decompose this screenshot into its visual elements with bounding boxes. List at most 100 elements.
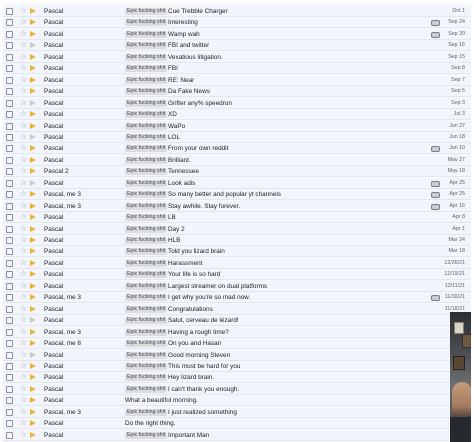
email-row[interactable]: ☆ Pascal What a beautiful morning. [3, 395, 471, 407]
star-icon[interactable]: ☆ [20, 29, 27, 39]
label-badge[interactable]: Epic fucking shit [125, 53, 168, 61]
select-checkbox[interactable] [6, 351, 13, 359]
select-checkbox[interactable] [6, 259, 13, 267]
star-icon[interactable]: ☆ [20, 315, 27, 325]
email-row[interactable]: ☆ Pascal Epic fucking shit Largest streamer… [3, 280, 471, 292]
email-row[interactable]: ☆ Pascal Epic fucking shit LB Apr 8 [3, 212, 471, 224]
importance-marker-icon[interactable] [30, 431, 36, 438]
email-row[interactable]: ☆ Pascal Epic fucking shit From your own re… [3, 143, 471, 155]
importance-marker-icon[interactable] [30, 385, 36, 392]
select-checkbox[interactable] [6, 328, 13, 336]
label-badge[interactable]: Epic fucking shit [125, 237, 168, 244]
label-badge[interactable]: Epic fucking shit [125, 225, 168, 233]
importance-marker-icon[interactable] [30, 168, 36, 175]
label-badge[interactable]: Epic fucking shit [125, 214, 168, 222]
label-badge[interactable]: Epic fucking shit [125, 202, 168, 210]
importance-marker-icon[interactable] [30, 248, 36, 255]
select-checkbox[interactable] [6, 225, 13, 233]
star-icon[interactable]: ☆ [20, 75, 27, 85]
email-row[interactable]: ☆ Pascal Epic fucking shit Vexatious litiga… [3, 51, 471, 63]
star-icon[interactable]: ☆ [20, 178, 27, 188]
importance-marker-icon[interactable] [30, 202, 36, 209]
select-checkbox[interactable] [6, 385, 13, 393]
label-badge[interactable]: Epic fucking shit [125, 88, 168, 96]
star-icon[interactable]: ☆ [20, 189, 27, 199]
star-icon[interactable]: ☆ [20, 6, 27, 16]
email-row[interactable]: ☆ Pascal Epic fucking shit Wamp wah Sep 20 [3, 28, 471, 40]
star-icon[interactable]: ☆ [20, 281, 27, 291]
select-checkbox[interactable] [6, 76, 13, 84]
label-badge[interactable]: Epic fucking shit [125, 99, 168, 107]
email-row[interactable]: ☆ Pascal Epic fucking shit Day 2 Apr 1 [3, 223, 471, 235]
star-icon[interactable]: ☆ [20, 350, 27, 360]
email-row[interactable]: ☆ Pascal, me 3 Epic fucking shit Stay awhil… [3, 200, 471, 212]
select-checkbox[interactable] [6, 53, 13, 61]
select-checkbox[interactable] [6, 122, 13, 130]
importance-marker-icon[interactable] [30, 397, 36, 404]
email-row[interactable]: ☆ Pascal Epic fucking shit Good morning Ste… [3, 349, 471, 361]
select-checkbox[interactable] [6, 156, 13, 164]
star-icon[interactable]: ☆ [20, 121, 27, 131]
star-icon[interactable]: ☆ [20, 52, 27, 62]
email-row[interactable]: ☆ Pascal Epic fucking shit Interesting Sep 2… [3, 17, 471, 29]
select-checkbox[interactable] [6, 305, 13, 313]
label-badge[interactable]: Epic fucking shit [125, 76, 168, 84]
email-row[interactable]: ☆ Pascal Epic fucking shit Brilliant. May 27 [3, 154, 471, 166]
label-badge[interactable]: Epic fucking shit [125, 145, 168, 153]
importance-marker-icon[interactable] [30, 179, 36, 186]
email-row[interactable]: ☆ Pascal Epic fucking shit Look adis Apr 25 [3, 177, 471, 189]
select-checkbox[interactable] [6, 214, 13, 222]
importance-marker-icon[interactable] [30, 88, 36, 95]
label-badge[interactable]: Epic fucking shit [125, 408, 168, 416]
select-checkbox[interactable] [6, 99, 13, 107]
importance-marker-icon[interactable] [30, 145, 36, 152]
label-badge[interactable]: Epic fucking shit [125, 259, 168, 267]
star-icon[interactable]: ☆ [20, 258, 27, 268]
star-icon[interactable]: ☆ [20, 430, 27, 440]
select-checkbox[interactable] [6, 282, 13, 290]
select-checkbox[interactable] [6, 431, 13, 439]
label-badge[interactable]: Epic fucking shit [125, 305, 168, 313]
email-row[interactable]: ☆ Pascal Epic fucking shit HLB Mar 24 [3, 235, 471, 246]
importance-marker-icon[interactable] [30, 191, 36, 198]
star-icon[interactable]: ☆ [20, 155, 27, 165]
select-checkbox[interactable] [6, 374, 13, 382]
label-badge[interactable]: Epic fucking shit [125, 191, 168, 199]
star-icon[interactable]: ☆ [20, 109, 27, 119]
importance-marker-icon[interactable] [30, 42, 36, 49]
email-row[interactable]: ☆ Pascal Epic fucking shit WaPo Jun 27 [3, 120, 471, 132]
select-checkbox[interactable] [6, 42, 13, 50]
label-badge[interactable]: Epic fucking shit [125, 294, 168, 302]
star-icon[interactable]: ☆ [20, 212, 27, 222]
email-row[interactable]: ☆ Pascal Epic fucking shit Told you lizard … [3, 246, 471, 258]
email-row[interactable]: ☆ Pascal Do the right thing. [3, 418, 471, 430]
importance-marker-icon[interactable] [30, 340, 36, 347]
star-icon[interactable]: ☆ [20, 372, 27, 382]
label-badge[interactable]: Epic fucking shit [125, 122, 168, 130]
select-checkbox[interactable] [6, 168, 13, 176]
email-row[interactable]: ☆ Pascal Epic fucking shit Grifter any% spe… [3, 97, 471, 109]
label-badge[interactable]: Epic fucking shit [125, 42, 168, 50]
select-checkbox[interactable] [6, 30, 13, 38]
importance-marker-icon[interactable] [30, 76, 36, 83]
star-icon[interactable]: ☆ [20, 17, 27, 27]
star-icon[interactable]: ☆ [20, 304, 27, 314]
star-icon[interactable]: ☆ [20, 292, 27, 302]
label-badge[interactable]: Epic fucking shit [125, 248, 168, 256]
star-icon[interactable]: ☆ [20, 166, 27, 176]
email-row[interactable]: ☆ Pascal Epic fucking shit XD Jul 3 [3, 109, 471, 121]
select-checkbox[interactable] [6, 202, 13, 210]
label-badge[interactable]: Epic fucking shit [125, 340, 168, 348]
label-badge[interactable]: Epic fucking shit [125, 8, 168, 15]
label-badge[interactable]: Epic fucking shit [125, 156, 168, 164]
importance-marker-icon[interactable] [30, 156, 36, 163]
label-badge[interactable]: Epic fucking shit [125, 19, 168, 27]
select-checkbox[interactable] [6, 179, 13, 187]
label-badge[interactable]: Epic fucking shit [125, 317, 168, 325]
select-checkbox[interactable] [6, 8, 13, 15]
star-icon[interactable]: ☆ [20, 143, 27, 153]
label-badge[interactable]: Epic fucking shit [125, 431, 168, 439]
label-badge[interactable]: Epic fucking shit [125, 328, 168, 336]
star-icon[interactable]: ☆ [20, 269, 27, 279]
star-icon[interactable]: ☆ [20, 98, 27, 108]
